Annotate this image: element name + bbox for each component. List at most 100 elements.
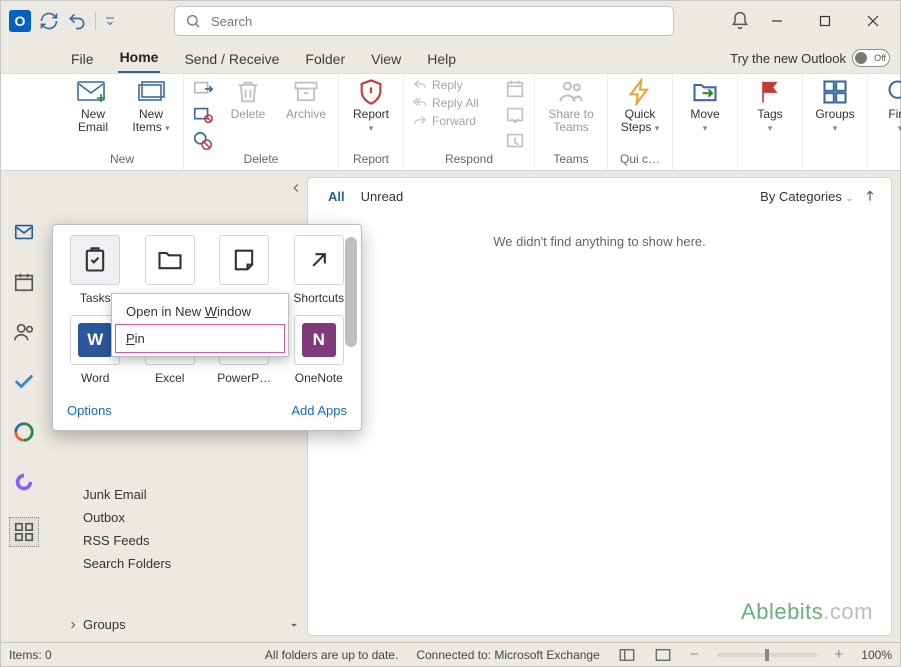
ribbon-group-quicksteps: Quick Steps ▾ Qui c… [608,74,673,170]
bell-icon[interactable] [730,11,750,31]
filter-unread[interactable]: Unread [361,189,404,204]
refresh-icon[interactable] [39,11,59,31]
zoom-out-button[interactable]: − [690,646,699,663]
todo-check-icon [13,371,35,393]
window-maximize-button[interactable] [804,6,846,36]
folder-search-folders[interactable]: Search Folders [83,556,171,571]
qat-customize-icon[interactable] [104,15,116,27]
share-to-teams-button[interactable]: Share to Teams [543,78,599,134]
rail-office-button[interactable] [9,417,39,447]
app-tile-shortcuts[interactable]: Shortcuts [287,235,352,305]
ignore-icon[interactable] [192,78,214,100]
sort-button[interactable]: By Categories ⌄ [760,189,853,204]
ctx-pin[interactable]: Pin [116,325,284,352]
groups-button[interactable]: Groups▾ [811,78,859,134]
undo-icon[interactable] [67,11,87,31]
word-app-icon: W [78,323,112,357]
nav-groups-row[interactable]: Groups [67,617,126,632]
calendar-icon [13,271,35,293]
more-apps-popup: Tasks Folders Notes Shortcuts WWord XExc… [52,224,362,431]
app-context-menu: Open in New Window Pin [111,293,289,357]
app-tile-onenote[interactable]: NOneNote [287,315,352,385]
ribbon-group-move: Move▾ [673,74,738,170]
status-folder-state: All folders are up to date. [265,648,398,662]
forward-attachment-icon[interactable] [504,104,526,126]
tab-file[interactable]: File [69,51,96,73]
meeting-reply-icon[interactable] [504,78,526,100]
ribbon-group-title: Qui c… [620,152,660,168]
tab-folder[interactable]: Folder [303,51,347,73]
qat-separator [95,12,96,30]
ribbon-group-title: Teams [553,152,588,168]
junk-icon[interactable] [192,130,214,152]
folder-junk-email[interactable]: Junk Email [83,487,171,502]
flag-icon [754,78,786,106]
apps-options-link[interactable]: Options [67,403,112,418]
nav-collapse-icon[interactable] [289,181,303,195]
quick-steps-button[interactable]: Quick Steps ▾ [616,78,664,134]
tab-home[interactable]: Home [118,49,161,73]
rail-people-button[interactable] [9,317,39,347]
outlook-app-icon [9,10,31,32]
apps-grid-icon [13,521,35,543]
message-list-pane: All Unread By Categories ⌄ We didn't fin… [307,177,892,636]
ribbon-group-report: Report▾ Report [339,74,404,170]
folder-outbox[interactable]: Outbox [83,510,171,525]
status-item-count: Items: 0 [9,648,52,662]
tags-button[interactable]: Tags▾ [746,78,794,134]
report-button[interactable]: Report▾ [347,78,395,134]
view-normal-icon[interactable] [618,646,636,664]
rail-loop-button[interactable] [9,467,39,497]
left-app-rail [1,211,47,618]
archive-button[interactable]: Archive [282,78,330,121]
new-items-button[interactable]: New Items ▾ [127,78,175,134]
chevron-right-icon [67,619,79,631]
ribbon-group-find: Find▾ [868,74,901,170]
more-respond-icon[interactable] [504,130,526,152]
zoom-value[interactable]: 100% [861,648,892,662]
new-items-icon [135,78,167,106]
ribbon-group-teams: Share to Teams Teams [535,74,608,170]
reply-button[interactable]: Reply [412,78,494,92]
ctx-open-new-window[interactable]: Open in New Window [116,298,284,325]
search-input[interactable] [209,13,663,30]
cleanup-icon[interactable] [192,104,214,126]
ribbon: New Email New Items ▾ New Delete [1,73,900,171]
rail-todo-button[interactable] [9,367,39,397]
tab-view[interactable]: View [369,51,403,73]
shield-alert-icon [355,78,387,106]
find-button[interactable]: Find▾ [876,78,901,134]
tab-send-receive[interactable]: Send / Receive [182,51,281,73]
move-button[interactable]: Move▾ [681,78,729,134]
rail-calendar-button[interactable] [9,267,39,297]
rail-mail-button[interactable] [9,217,39,247]
magnifier-icon [884,78,901,106]
search-icon [185,13,201,29]
watermark: Ablebits.com [741,599,873,625]
reply-all-button[interactable]: Reply All [412,96,494,110]
try-new-outlook-toggle[interactable]: Off [852,49,890,67]
view-reading-icon[interactable] [654,646,672,664]
popup-scrollbar[interactable] [345,237,357,347]
search-box[interactable] [174,6,674,36]
tab-help[interactable]: Help [425,51,458,73]
loop-icon [13,471,35,493]
filter-all[interactable]: All [328,189,345,204]
zoom-in-button[interactable]: + [835,646,844,663]
nav-expand-down-icon[interactable] [287,618,301,632]
ribbon-group-delete: Delete Archive Delete [184,74,339,170]
status-bar: Items: 0 All folders are up to date. Con… [1,642,900,666]
sort-direction-icon[interactable] [863,188,877,204]
zoom-slider[interactable] [717,653,817,657]
window-close-button[interactable] [852,6,894,36]
new-email-button[interactable]: New Email [69,78,117,134]
try-new-outlook-label: Try the new Outlook [730,51,846,66]
window-minimize-button[interactable] [756,6,798,36]
apps-add-link[interactable]: Add Apps [291,403,347,418]
folder-rss-feeds[interactable]: RSS Feeds [83,533,171,548]
rail-more-apps-button[interactable] [9,517,39,547]
forward-button[interactable]: Forward [412,114,494,128]
delete-button[interactable]: Delete [224,78,272,121]
mail-icon [13,221,35,243]
ribbon-group-title: Delete [244,152,279,168]
